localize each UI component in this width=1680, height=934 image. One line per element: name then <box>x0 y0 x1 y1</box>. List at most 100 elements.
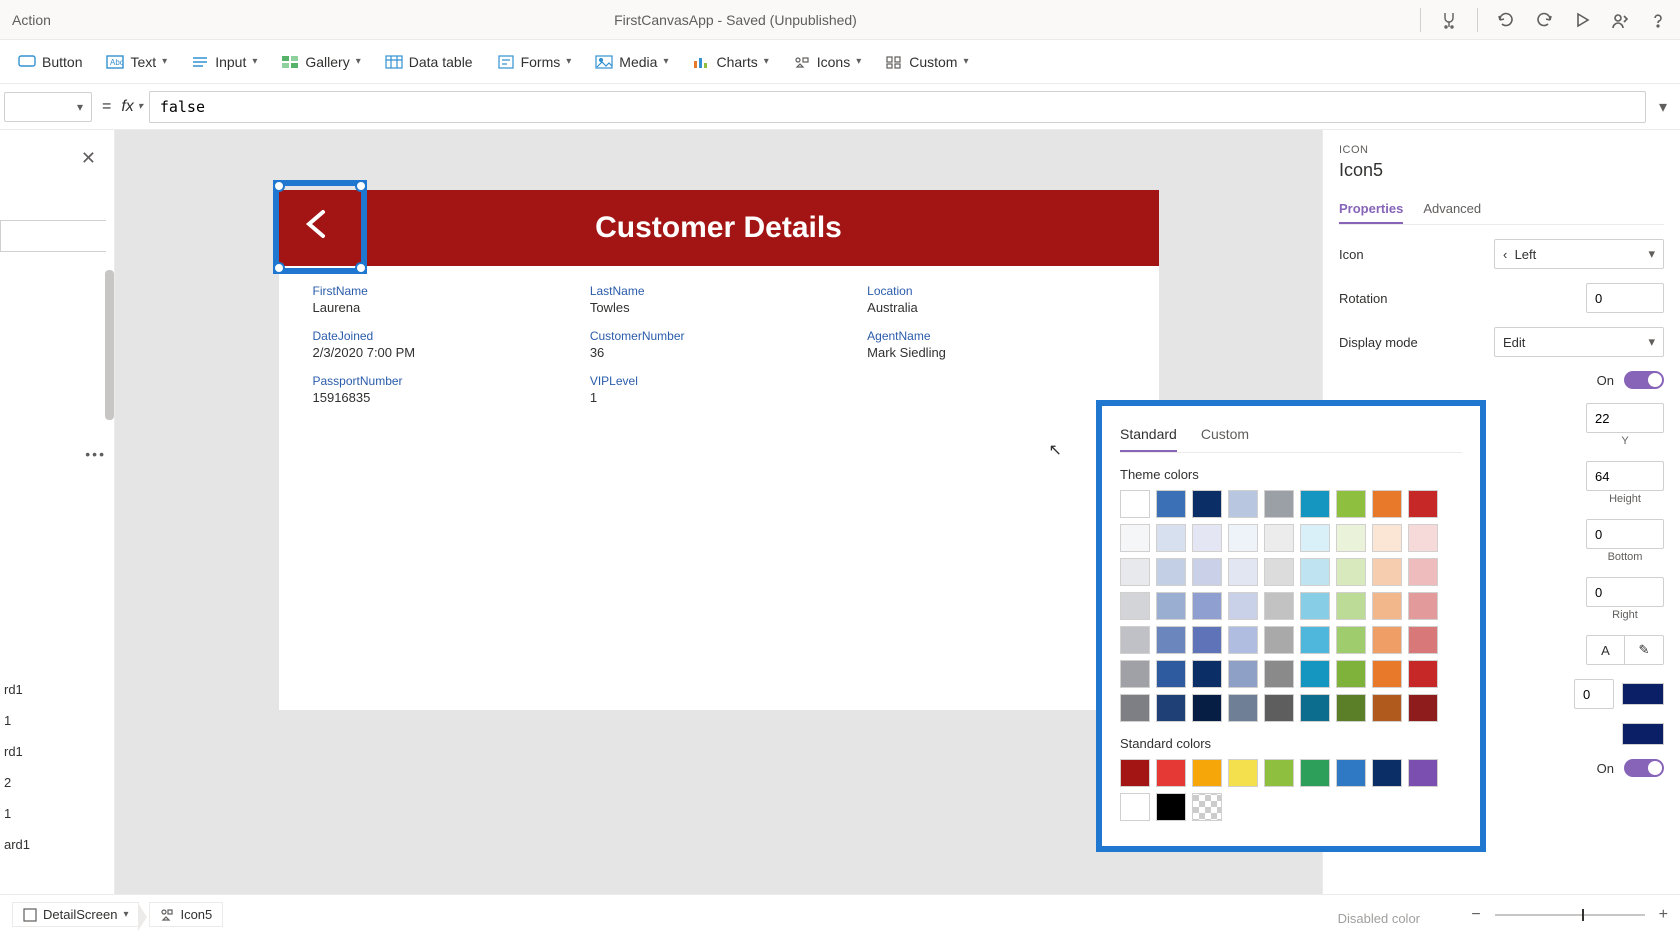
breadcrumb-element[interactable]: Icon5 <box>149 902 223 927</box>
color-swatch[interactable] <box>1372 558 1402 586</box>
color-swatch[interactable] <box>1156 660 1186 688</box>
color-swatch[interactable] <box>1228 558 1258 586</box>
color-swatch[interactable] <box>1192 660 1222 688</box>
color-swatch[interactable] <box>1408 524 1438 552</box>
border-size-input[interactable] <box>1574 679 1614 709</box>
ribbon-input[interactable]: Input▾ <box>191 53 257 71</box>
app-checker-icon[interactable] <box>1439 10 1459 30</box>
ribbon-charts[interactable]: Charts▾ <box>692 53 768 71</box>
color-swatch[interactable] <box>1192 524 1222 552</box>
property-selector[interactable]: ▾ <box>4 92 92 122</box>
menu-action[interactable]: Action <box>12 12 51 28</box>
zoom-in-icon[interactable]: + <box>1659 906 1668 924</box>
color-swatch[interactable] <box>1408 558 1438 586</box>
color-swatch[interactable] <box>1336 759 1366 787</box>
color-swatch[interactable] <box>1372 490 1402 518</box>
color-swatch[interactable] <box>1300 490 1330 518</box>
color-swatch[interactable] <box>1228 490 1258 518</box>
color-swatch[interactable] <box>1264 558 1294 586</box>
tree-item[interactable]: 2 <box>0 767 114 798</box>
zoom-slider[interactable] <box>1495 914 1645 916</box>
help-icon[interactable] <box>1648 10 1668 30</box>
color-swatch[interactable] <box>1156 626 1186 654</box>
seg-brush-icon[interactable]: ✎ <box>1625 636 1663 664</box>
picker-tab-standard[interactable]: Standard <box>1120 422 1177 452</box>
color-swatch[interactable] <box>1336 524 1366 552</box>
color-swatch[interactable] <box>1336 592 1366 620</box>
share-icon[interactable] <box>1610 10 1630 30</box>
color-swatch[interactable] <box>1156 592 1186 620</box>
visible-toggle[interactable] <box>1624 371 1664 389</box>
color-swatch[interactable] <box>1120 524 1150 552</box>
color-swatch[interactable] <box>1300 592 1330 620</box>
selection-outline[interactable] <box>273 180 367 274</box>
ribbon-gallery[interactable]: Gallery▾ <box>281 53 360 71</box>
color-swatch[interactable] <box>1408 660 1438 688</box>
color-swatch[interactable] <box>1120 660 1150 688</box>
color-swatch-b[interactable] <box>1622 723 1664 745</box>
tree-item[interactable]: 1 <box>0 705 114 736</box>
color-swatch[interactable] <box>1372 660 1402 688</box>
color-swatch[interactable] <box>1336 694 1366 722</box>
color-swatch[interactable] <box>1300 694 1330 722</box>
color-swatch[interactable] <box>1300 759 1330 787</box>
formula-input[interactable] <box>149 91 1646 123</box>
color-swatch[interactable] <box>1336 490 1366 518</box>
close-icon[interactable]: ✕ <box>81 148 96 169</box>
ribbon-button[interactable]: Button <box>18 53 82 71</box>
color-swatch[interactable] <box>1300 660 1330 688</box>
color-swatch[interactable] <box>1120 793 1150 821</box>
tree-item[interactable]: 1 <box>0 798 114 829</box>
color-swatch[interactable] <box>1192 759 1222 787</box>
color-swatch[interactable] <box>1372 759 1402 787</box>
color-swatch[interactable] <box>1264 524 1294 552</box>
color-swatch[interactable] <box>1372 626 1402 654</box>
color-swatch[interactable] <box>1192 694 1222 722</box>
color-swatch[interactable] <box>1264 660 1294 688</box>
color-swatch[interactable] <box>1372 694 1402 722</box>
seg-a[interactable]: A <box>1587 636 1625 664</box>
redo-icon[interactable] <box>1534 10 1554 30</box>
back-icon[interactable] <box>285 192 349 256</box>
color-swatch[interactable] <box>1336 558 1366 586</box>
padleft-input[interactable] <box>1586 577 1664 607</box>
color-swatch[interactable] <box>1120 592 1150 620</box>
ribbon-text[interactable]: AbcText▾ <box>106 53 167 71</box>
color-swatch[interactable] <box>1372 524 1402 552</box>
ribbon-forms[interactable]: Forms▾ <box>497 53 572 71</box>
formula-expand-icon[interactable]: ▾ <box>1646 97 1680 117</box>
color-swatch[interactable] <box>1264 490 1294 518</box>
color-swatch[interactable] <box>1156 524 1186 552</box>
color-swatch[interactable] <box>1228 694 1258 722</box>
tab-advanced[interactable]: Advanced <box>1423 195 1481 224</box>
ribbon-media[interactable]: Media▾ <box>595 53 668 71</box>
tree-item[interactable]: ard1 <box>0 829 114 860</box>
tree-item[interactable]: rd1 <box>0 674 114 705</box>
padtop-input[interactable] <box>1586 519 1664 549</box>
color-swatch[interactable] <box>1156 694 1186 722</box>
color-swatch[interactable] <box>1300 524 1330 552</box>
color-swatch[interactable] <box>1228 660 1258 688</box>
color-swatch[interactable] <box>1264 626 1294 654</box>
color-swatch[interactable] <box>1192 592 1222 620</box>
color-swatch[interactable] <box>1192 558 1222 586</box>
color-swatch[interactable] <box>1408 626 1438 654</box>
color-swatch[interactable] <box>1228 626 1258 654</box>
icon-dropdown[interactable]: ‹ Left▾ <box>1494 239 1664 269</box>
tab-properties[interactable]: Properties <box>1339 195 1403 224</box>
color-swatch[interactable] <box>1120 490 1150 518</box>
color-swatch[interactable] <box>1156 558 1186 586</box>
x-input[interactable] <box>1586 403 1664 433</box>
color-swatch[interactable] <box>1372 592 1402 620</box>
autodisable-toggle[interactable] <box>1624 759 1664 777</box>
ribbon-datatable[interactable]: Data table <box>385 53 473 71</box>
tree-search-input[interactable] <box>0 220 106 252</box>
color-swatch[interactable] <box>1408 592 1438 620</box>
color-swatch[interactable] <box>1228 759 1258 787</box>
color-swatch[interactable] <box>1408 490 1438 518</box>
fx-label[interactable]: fx▾ <box>121 98 148 116</box>
tree-item[interactable]: rd1 <box>0 736 114 767</box>
ribbon-custom[interactable]: Custom▾ <box>885 53 968 71</box>
more-icon[interactable]: ••• <box>85 446 106 462</box>
displaymode-dropdown[interactable]: Edit▾ <box>1494 327 1664 357</box>
